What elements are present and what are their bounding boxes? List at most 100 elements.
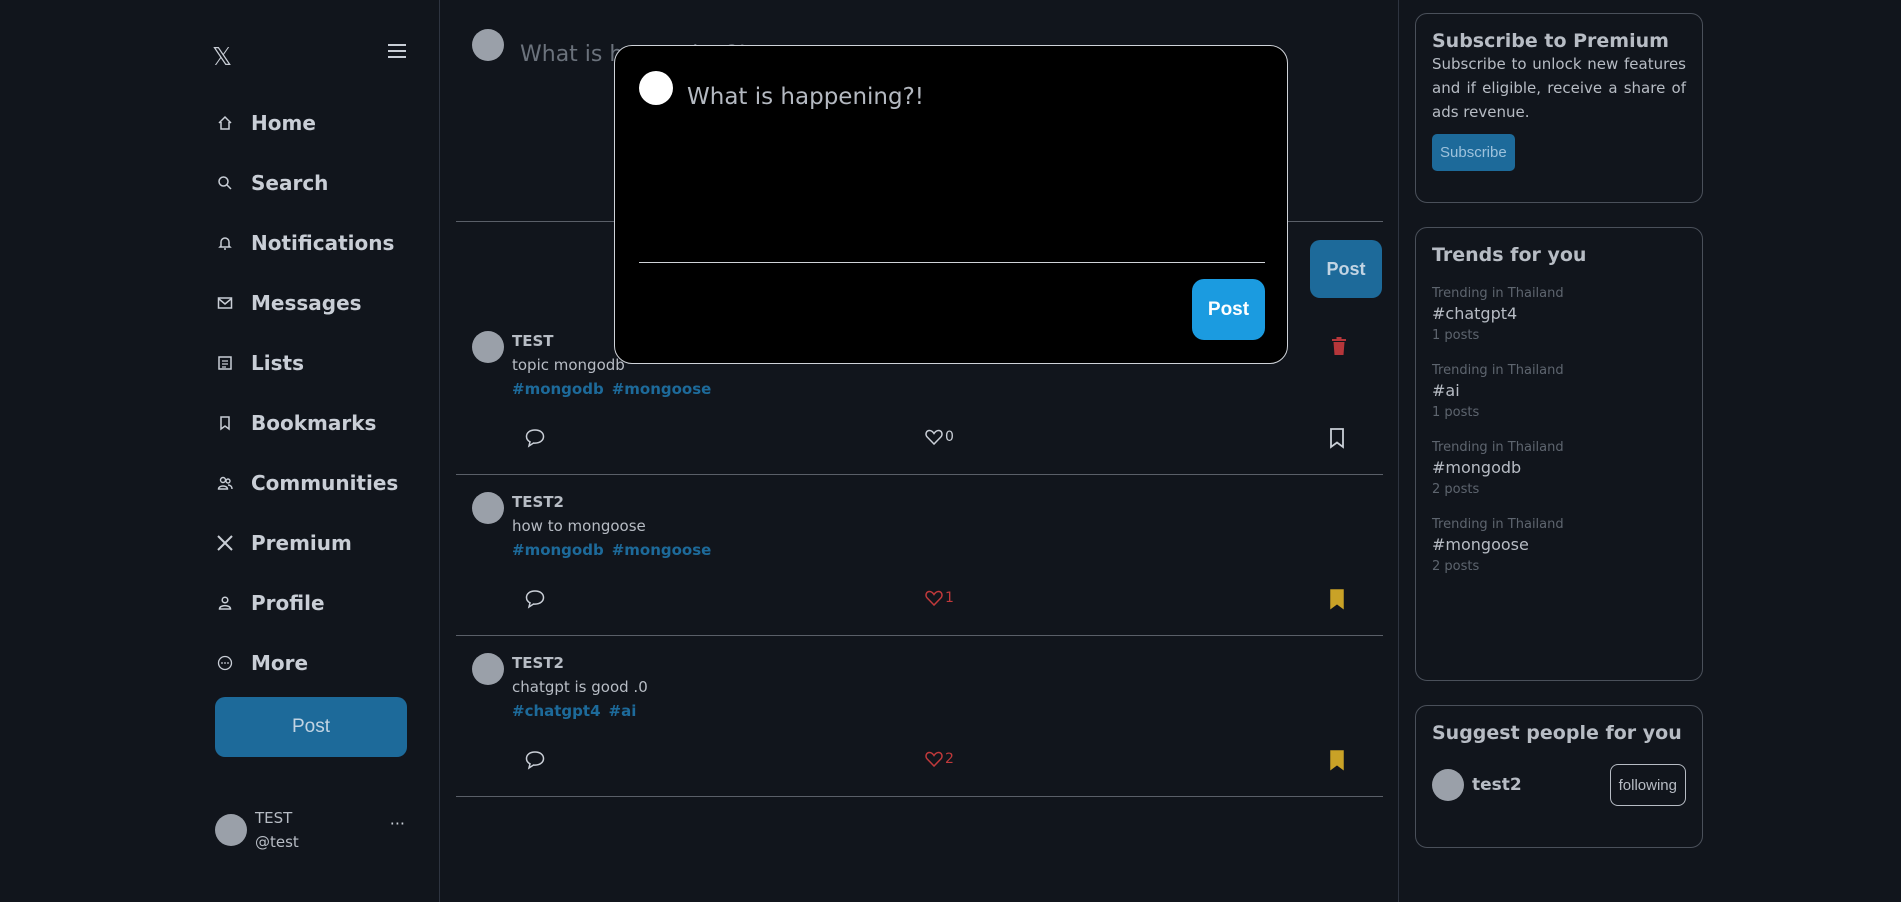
nav-label: Notifications [251, 231, 395, 255]
bookmark-icon[interactable] [1327, 427, 1351, 451]
list-icon [215, 353, 235, 373]
x-logo-icon[interactable]: 𝕏 [212, 42, 232, 71]
bookmark-icon [215, 413, 235, 433]
user-name: TEST [255, 809, 293, 827]
suggest-title: Suggest people for you [1432, 722, 1682, 744]
sidebar-post-button[interactable]: Post [215, 697, 407, 757]
trend-label: Trending in Thailand [1432, 286, 1564, 301]
post-item: TEST2 how to mongoose #mongodb #mongoose … [456, 475, 1383, 636]
more-circle-icon [215, 653, 235, 673]
nav-label: Premium [251, 531, 352, 555]
avatar [215, 814, 247, 846]
like-button[interactable]: 0 [924, 427, 954, 447]
post-tags: #chatgpt4 #ai [512, 702, 644, 720]
nav-item-lists[interactable]: Lists [215, 333, 398, 393]
trend-item[interactable]: Trending in Thailand #ai 1 posts [1432, 363, 1686, 420]
nav-label: Messages [251, 291, 362, 315]
heart-icon [925, 590, 943, 607]
nav-label: Search [251, 171, 329, 195]
hamburger-menu-icon[interactable] [388, 44, 406, 58]
post-content: chatgpt is good .0 [512, 678, 648, 696]
like-button[interactable]: 1 [924, 588, 954, 608]
account-switcher[interactable]: TEST @test ··· [215, 806, 405, 854]
trend-label: Trending in Thailand [1432, 363, 1564, 378]
nav-item-profile[interactable]: Profile [215, 573, 398, 633]
post-tags: #mongodb #mongoose [512, 380, 719, 398]
hashtag-link[interactable]: #chatgpt4 [512, 702, 601, 720]
post-item: TEST2 chatgpt is good .0 #chatgpt4 #ai 2 [456, 636, 1383, 797]
bookmark-filled-icon[interactable] [1327, 588, 1351, 612]
nav-label: Profile [251, 591, 325, 615]
trend-tag: #ai [1432, 381, 1460, 400]
nav-label: More [251, 651, 309, 675]
like-count: 0 [945, 429, 954, 445]
compose-post-button[interactable]: Post [1310, 240, 1382, 298]
comment-icon[interactable] [524, 749, 548, 773]
hashtag-link[interactable]: #mongodb [512, 380, 604, 398]
user-handle: @test [255, 833, 299, 851]
avatar [472, 29, 504, 61]
suggest-person: test2 following [1432, 764, 1686, 806]
nav-item-more[interactable]: More [215, 633, 398, 693]
subscribe-button[interactable]: Subscribe [1432, 134, 1515, 171]
like-count: 2 [945, 751, 954, 767]
post-content: topic mongodb [512, 356, 625, 374]
x-icon [215, 533, 235, 553]
post-author[interactable]: TEST2 [512, 654, 564, 672]
nav-item-notifications[interactable]: Notifications [215, 213, 398, 273]
premium-text: Subscribe to unlock new features and if … [1432, 55, 1686, 121]
bell-icon [215, 233, 235, 253]
comment-icon[interactable] [524, 588, 548, 612]
home-icon [215, 113, 235, 133]
trend-count: 2 posts [1432, 482, 1480, 497]
hashtag-link[interactable]: #ai [609, 702, 637, 720]
mail-icon [215, 293, 235, 313]
compose-modal: What is happening?! Post [614, 45, 1288, 364]
nav-item-premium[interactable]: Premium [215, 513, 398, 573]
nav-item-messages[interactable]: Messages [215, 273, 398, 333]
nav-item-search[interactable]: Search [215, 153, 398, 213]
bookmark-filled-icon[interactable] [1327, 749, 1351, 773]
trend-item[interactable]: Trending in Thailand #mongoose 2 posts [1432, 517, 1686, 574]
trend-item[interactable]: Trending in Thailand #chatgpt4 1 posts [1432, 286, 1686, 343]
following-button[interactable]: following [1609, 764, 1686, 806]
modal-compose-input[interactable]: What is happening?! [687, 84, 924, 110]
hashtag-link[interactable]: #mongoose [612, 380, 712, 398]
left-sidebar: 𝕏 Home Search Notifications Messages Lis… [0, 0, 440, 902]
divider [639, 262, 1265, 263]
main-nav: Home Search Notifications Messages Lists… [215, 93, 398, 693]
trash-icon[interactable] [1331, 336, 1351, 356]
modal-post-button[interactable]: Post [1192, 279, 1265, 340]
suggest-card: Suggest people for you test2 following [1415, 705, 1703, 848]
nav-item-home[interactable]: Home [215, 93, 398, 153]
trend-label: Trending in Thailand [1432, 440, 1564, 455]
post-author[interactable]: TEST [512, 332, 554, 350]
nav-item-communities[interactable]: Communities [215, 453, 398, 513]
premium-card: Subscribe to Premium Subscribe to unlock… [1415, 13, 1703, 203]
post-content: how to mongoose [512, 517, 646, 535]
trend-count: 1 posts [1432, 405, 1480, 420]
trend-label: Trending in Thailand [1432, 517, 1564, 532]
nav-item-bookmarks[interactable]: Bookmarks [215, 393, 398, 453]
trend-count: 1 posts [1432, 328, 1480, 343]
hashtag-link[interactable]: #mongoose [612, 541, 712, 559]
trend-item[interactable]: Trending in Thailand #mongodb 2 posts [1432, 440, 1686, 497]
trend-count: 2 posts [1432, 559, 1480, 574]
nav-label: Bookmarks [251, 411, 377, 435]
avatar [472, 653, 504, 685]
trend-tag: #chatgpt4 [1432, 304, 1518, 323]
premium-title: Subscribe to Premium [1432, 30, 1669, 52]
comment-icon[interactable] [524, 427, 548, 451]
trends-card: Trends for you Trending in Thailand #cha… [1415, 227, 1703, 681]
hashtag-link[interactable]: #mongodb [512, 541, 604, 559]
like-count: 1 [945, 590, 954, 606]
trends-title: Trends for you [1432, 244, 1587, 266]
heart-icon [925, 751, 943, 768]
search-icon [215, 173, 235, 193]
post-author[interactable]: TEST2 [512, 493, 564, 511]
person-icon [215, 593, 235, 613]
more-icon[interactable]: ··· [390, 814, 405, 833]
trend-tag: #mongodb [1432, 458, 1522, 477]
like-button[interactable]: 2 [924, 749, 954, 769]
suggest-name[interactable]: test2 [1472, 775, 1522, 795]
